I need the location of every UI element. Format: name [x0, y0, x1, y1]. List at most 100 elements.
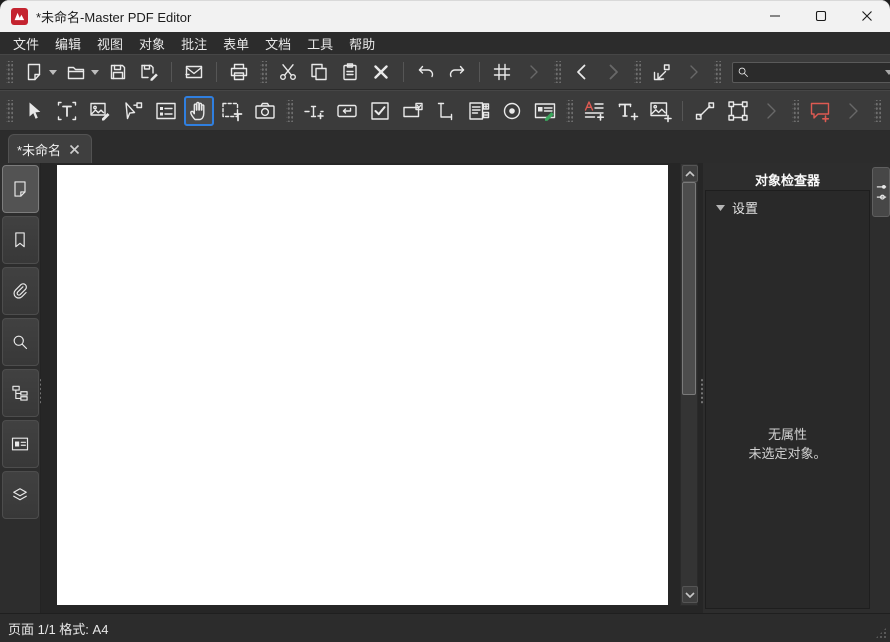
edit-text-tool-button[interactable]: [52, 96, 82, 126]
disabled-tool-button[interactable]: [680, 59, 706, 85]
sidebar-attachments-button[interactable]: [2, 267, 39, 315]
chevron-down-icon: [49, 70, 57, 75]
list-box-icon: [434, 99, 458, 123]
sidebar-page-thumbnails-button[interactable]: [2, 165, 39, 213]
content-area: 对象检查器 设置 无属性 未选定对象。: [0, 163, 890, 613]
email-button[interactable]: [181, 59, 207, 85]
sidebar-search-button[interactable]: [2, 318, 39, 366]
previous-view-button[interactable]: [569, 59, 595, 85]
add-text-tool-button[interactable]: [579, 96, 609, 126]
text-field-tool-button[interactable]: [299, 96, 329, 126]
new-document-button[interactable]: [21, 59, 47, 85]
search-input[interactable]: [749, 65, 885, 79]
toolbar-drag-handle[interactable]: [714, 61, 721, 83]
print-icon: [229, 62, 249, 82]
grid-icon: [492, 62, 512, 82]
main-toolbar: [0, 54, 890, 90]
open-dropdown[interactable]: [90, 59, 100, 85]
tab-close-button[interactable]: [69, 144, 80, 155]
select-text-area-tool-button[interactable]: [217, 96, 247, 126]
scrollbar-thumb[interactable]: [682, 182, 696, 395]
maximize-button[interactable]: [798, 0, 844, 32]
menu-item[interactable]: 视图: [94, 33, 126, 54]
cut-button[interactable]: [275, 59, 301, 85]
open-button[interactable]: [63, 59, 89, 85]
combo-box-tool-button[interactable]: [398, 96, 428, 126]
app-logo-icon: [11, 8, 28, 25]
object-inspector-tab[interactable]: [872, 167, 890, 217]
snapshot-tool-button[interactable]: [250, 96, 280, 126]
chevron-down-icon: [91, 70, 99, 75]
save-button[interactable]: [105, 59, 131, 85]
disabled-tool-button[interactable]: [838, 96, 868, 126]
next-view-button[interactable]: [600, 59, 626, 85]
toolbar-drag-handle[interactable]: [6, 100, 13, 122]
edit-image-tool-button[interactable]: [85, 96, 115, 126]
scroll-up-button[interactable]: [682, 165, 698, 182]
add-text-box-tool-button[interactable]: [612, 96, 642, 126]
select-tool-button[interactable]: [19, 96, 49, 126]
document-tab[interactable]: *未命名: [8, 134, 92, 163]
menu-item[interactable]: 表单: [220, 33, 252, 54]
close-icon: [861, 10, 873, 22]
minimize-button[interactable]: [752, 0, 798, 32]
draw-line-tool-button[interactable]: [690, 96, 720, 126]
toolbar-drag-handle[interactable]: [874, 100, 881, 122]
menu-item[interactable]: 工具: [304, 33, 336, 54]
menu-item[interactable]: 文件: [10, 33, 42, 54]
toolbar-drag-handle[interactable]: [634, 61, 641, 83]
toolbar-drag-handle[interactable]: [566, 100, 573, 122]
close-icon: [69, 144, 80, 155]
edit-fields-tool-button[interactable]: [464, 96, 494, 126]
callout-annotation-tool-button[interactable]: [805, 96, 835, 126]
push-button-tool-button[interactable]: [332, 96, 362, 126]
sidebar-layers-button[interactable]: [2, 471, 39, 519]
new-document-dropdown[interactable]: [48, 59, 58, 85]
image-plus-icon: [648, 99, 672, 123]
scroll-down-button[interactable]: [682, 586, 698, 603]
menu-item[interactable]: 文档: [262, 33, 294, 54]
document-page[interactable]: [57, 165, 668, 605]
toolbar-drag-handle[interactable]: [286, 100, 293, 122]
inspector-body: 设置 无属性 未选定对象。: [705, 190, 870, 609]
edit-path-tool-button[interactable]: [118, 96, 148, 126]
search-box: [732, 62, 890, 83]
paste-button[interactable]: [337, 59, 363, 85]
toolbar-drag-handle[interactable]: [260, 61, 267, 83]
copy-button[interactable]: [306, 59, 332, 85]
menu-item[interactable]: 对象: [136, 33, 168, 54]
redo-button[interactable]: [444, 59, 470, 85]
sidebar-bookmarks-button[interactable]: [2, 216, 39, 264]
left-sidebar: [0, 163, 41, 613]
sidebar-structure-button[interactable]: [2, 369, 39, 417]
vertical-scrollbar[interactable]: [680, 163, 698, 606]
radio-button-tool-button[interactable]: [497, 96, 527, 126]
close-button[interactable]: [844, 0, 890, 32]
undo-button[interactable]: [413, 59, 439, 85]
sidebar-signatures-button[interactable]: [2, 420, 39, 468]
toolbar-drag-handle[interactable]: [554, 61, 561, 83]
menu-item[interactable]: 编辑: [52, 33, 84, 54]
disabled-tool-button[interactable]: [756, 96, 786, 126]
toolbar-drag-handle[interactable]: [6, 61, 13, 83]
inspector-settings-section[interactable]: 设置: [706, 191, 869, 223]
menu-item[interactable]: 帮助: [346, 33, 378, 54]
menu-item[interactable]: 批注: [178, 33, 210, 54]
save-as-button[interactable]: [136, 59, 162, 85]
add-image-tool-button[interactable]: [645, 96, 675, 126]
delete-button[interactable]: [368, 59, 394, 85]
toolbar-drag-handle[interactable]: [792, 100, 799, 122]
paperclip-icon: [10, 281, 30, 301]
draw-rectangle-tool-button[interactable]: [723, 96, 753, 126]
hand-tool-button[interactable]: [184, 96, 214, 126]
edit-forms-tool-button[interactable]: [151, 96, 181, 126]
signature-field-tool-button[interactable]: [530, 96, 560, 126]
disabled-tool-button[interactable]: [520, 59, 546, 85]
fit-visible-area-button[interactable]: [649, 59, 675, 85]
print-button[interactable]: [226, 59, 252, 85]
resize-grip[interactable]: [875, 627, 887, 639]
search-dropdown-icon[interactable]: [885, 70, 890, 75]
check-box-tool-button[interactable]: [365, 96, 395, 126]
list-box-tool-button[interactable]: [431, 96, 461, 126]
grid-button[interactable]: [489, 59, 515, 85]
